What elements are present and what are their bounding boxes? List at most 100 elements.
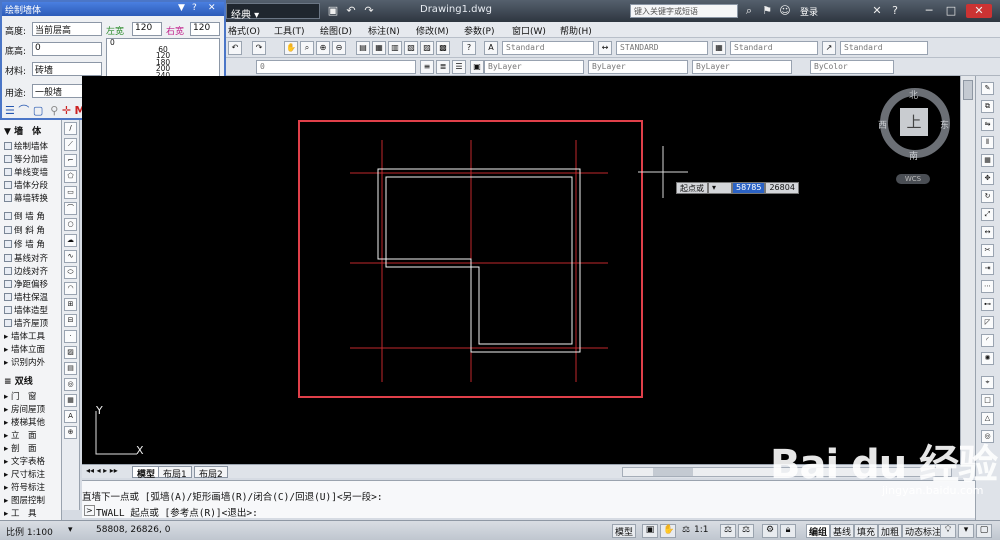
menu-item[interactable]: ▸ 房间屋顶 <box>4 403 60 415</box>
base-select[interactable]: 0 <box>32 42 102 56</box>
command-input-line[interactable]: TWALL 起点或 [参考点(R)]<退出>: <box>96 505 258 519</box>
rectangle-icon[interactable]: ▭ <box>64 186 77 199</box>
dynamic-y-field[interactable]: 26804 <box>765 182 799 194</box>
menu-item[interactable]: 幕墙转换 <box>4 192 60 204</box>
workspace-switch-icon[interactable]: ⚙ <box>762 524 778 538</box>
section-double-line[interactable]: ≡ 双线 <box>4 374 60 387</box>
menu-item[interactable]: ▸ 尺寸标注 <box>4 468 60 480</box>
right-width-input[interactable]: 120 <box>190 22 220 36</box>
menu-draw[interactable]: 绘图(D) <box>320 24 352 37</box>
join-icon[interactable]: ⊷ <box>981 298 994 311</box>
line-icon[interactable]: / <box>64 122 77 135</box>
dim-style-icon[interactable]: ↔ <box>598 41 612 55</box>
menu-item[interactable]: ▸ 墙体工具 <box>4 330 60 342</box>
menu-item[interactable]: 墙体造型 <box>4 304 60 316</box>
chamfer-icon[interactable]: ◸ <box>981 316 994 329</box>
maximize-icon[interactable]: □ <box>944 4 958 18</box>
tab-layout2[interactable]: 布局2 <box>194 466 228 480</box>
pan-icon[interactable]: ✋ <box>284 41 298 55</box>
dim-style-dropdown[interactable]: STANDARD <box>616 41 708 55</box>
menu-item[interactable]: ▸ 楼梯其他 <box>4 416 60 428</box>
tool-palette-icon[interactable]: ▥ <box>388 41 402 55</box>
extend-icon[interactable]: ⇥ <box>981 262 994 275</box>
menu-item[interactable]: 绘制墙体 <box>4 140 60 152</box>
menu-window[interactable]: 窗口(W) <box>512 24 546 37</box>
minimize-icon[interactable]: ─ <box>922 4 936 18</box>
arc-icon[interactable]: ⌒ <box>64 202 77 215</box>
menu-item[interactable]: ▸ 门 窗 <box>4 390 60 402</box>
construction-line-icon[interactable]: ⟋ <box>64 138 77 151</box>
table-style-icon[interactable]: ▦ <box>712 41 726 55</box>
tab-layout1[interactable]: 布局1 <box>158 466 192 480</box>
compass-west[interactable]: 西 <box>878 118 887 131</box>
panel-close-icon[interactable]: ✕ <box>208 3 216 13</box>
tab-nav-icons[interactable]: ◂◂ ◂ ▸ ▸▸ <box>86 466 118 475</box>
help-icon[interactable]: ? <box>192 3 197 13</box>
stretch-icon[interactable]: ↔ <box>981 226 994 239</box>
circle-icon[interactable]: ○ <box>64 218 77 231</box>
baseline-button[interactable]: 基线 <box>830 524 855 538</box>
fillet-icon[interactable]: ◜ <box>981 334 994 347</box>
copy-icon[interactable]: ⧉ <box>981 100 994 113</box>
menu-parameter[interactable]: 参数(P) <box>464 24 494 37</box>
tab-model[interactable]: 模型 <box>132 466 161 480</box>
panel-titlebar[interactable]: 绘制墙体 ▼ ? ✕ <box>2 2 224 16</box>
osnap-midpoint-icon[interactable]: △ <box>981 412 994 425</box>
text-style-icon[interactable]: A <box>484 41 498 55</box>
menu-item[interactable]: 净距偏移 <box>4 278 60 290</box>
pick-icon[interactable]: ⚲ <box>50 104 58 117</box>
osnap-endpoint-icon[interactable]: □ <box>981 394 994 407</box>
move-icon[interactable]: ✥ <box>981 172 994 185</box>
lineweight-dropdown[interactable]: ByLayer <box>692 60 792 74</box>
menu-item[interactable]: 倒 斜 角 <box>4 224 60 236</box>
save-icon[interactable]: ▣ <box>326 4 340 18</box>
clean-screen-icon[interactable]: ▢ <box>976 524 992 538</box>
menu-item[interactable]: 等分加墙 <box>4 153 60 165</box>
quickcalc-icon[interactable]: ▩ <box>436 41 450 55</box>
menu-tools[interactable]: 工具(T) <box>274 24 305 37</box>
group-button[interactable]: 编组 <box>806 524 831 538</box>
markup-icon[interactable]: ▨ <box>420 41 434 55</box>
menu-item[interactable]: 墙柱保温 <box>4 291 60 303</box>
snap-icon[interactable]: ⌖ <box>981 376 994 389</box>
erase-icon[interactable]: ✎ <box>981 82 994 95</box>
close-icon[interactable]: ✕ <box>966 4 992 18</box>
sheet-set-icon[interactable]: ▧ <box>404 41 418 55</box>
annotation-visibility-icon[interactable]: ⚖ <box>720 524 736 538</box>
drawing-canvas[interactable] <box>82 76 960 464</box>
polyline-icon[interactable]: ⌐ <box>64 154 77 167</box>
menu-item[interactable]: ▸ 图层控制 <box>4 494 60 506</box>
search-icon[interactable]: ⌕ <box>742 4 756 18</box>
menu-item[interactable]: ▸ 工 具 <box>4 507 60 519</box>
bold-button[interactable]: 加粗 <box>878 524 903 538</box>
menu-item[interactable]: 倒 墙 角 <box>4 210 60 222</box>
mleader-style-icon[interactable]: ↗ <box>822 41 836 55</box>
array-icon[interactable]: ▦ <box>981 154 994 167</box>
compass-south[interactable]: 南 <box>909 149 918 162</box>
menu-item[interactable]: ▸ 剖 面 <box>4 442 60 454</box>
layer-dropdown[interactable]: 0 <box>256 60 416 74</box>
polygon-icon[interactable]: ⬠ <box>64 170 77 183</box>
hscroll-thumb[interactable] <box>653 468 693 476</box>
revcloud-icon[interactable]: ☁ <box>64 234 77 247</box>
model-space-button[interactable]: 模型 <box>612 524 637 538</box>
zoom-previous-icon[interactable]: ⊖ <box>332 41 346 55</box>
break-icon[interactable]: ⋯ <box>981 280 994 293</box>
insert-block-icon[interactable]: ⊞ <box>64 298 77 311</box>
menu-item[interactable]: ▸ 墙体立面 <box>4 343 60 355</box>
menu-help[interactable]: 帮助(H) <box>560 24 592 37</box>
help-button[interactable]: ? <box>462 41 476 55</box>
table-style-dropdown[interactable]: Standard <box>730 41 818 55</box>
width-list[interactable]: 0 60 120 180 200 240 <box>106 38 220 80</box>
table-icon[interactable]: ▦ <box>64 394 77 407</box>
menu-format[interactable]: 格式(O) <box>228 24 260 37</box>
ellipse-arc-icon[interactable]: ◠ <box>64 282 77 295</box>
viewcube-top-face[interactable]: 上 <box>900 108 928 136</box>
material-select[interactable]: 砖墙 <box>32 62 102 76</box>
design-center-icon[interactable]: ▦ <box>372 41 386 55</box>
search-input[interactable]: 键入关键字或短语 <box>630 4 738 18</box>
login-link[interactable]: 登录 <box>800 5 818 18</box>
dynamic-x-field[interactable]: 58785 <box>732 182 766 194</box>
offset-icon[interactable]: ⫴ <box>981 136 994 149</box>
menu-item[interactable]: 基线对齐 <box>4 252 60 264</box>
